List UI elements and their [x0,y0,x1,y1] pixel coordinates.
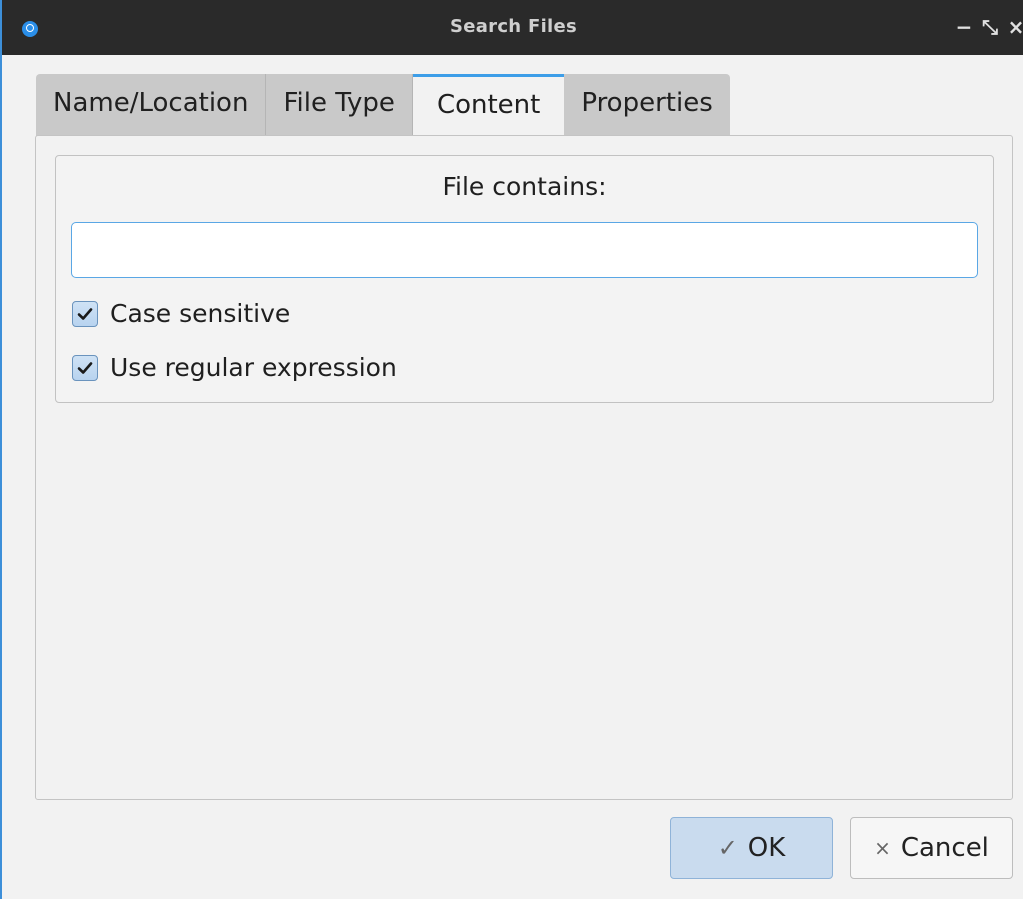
regex-checkbox[interactable] [72,354,98,381]
tab-bar: Name/Location File Type Content Properti… [36,74,730,136]
case-sensitive-checkbox[interactable] [72,300,98,327]
ok-label: OK [747,833,786,863]
cancel-label: Cancel [900,833,989,863]
window-title: Search Files [449,16,578,37]
minimize-icon[interactable]: − [955,15,973,39]
checkmark-icon: ✓ [717,834,738,862]
search-files-dialog: Search Files − ⤡ × Name/Location File Ty… [0,0,1023,899]
regex-option[interactable]: Use regular expression [72,353,397,382]
content-tab-page: File contains: Case sensitive Use regula… [35,135,1013,800]
restore-icon[interactable]: ⤡ [981,15,999,39]
tab-name-location[interactable]: Name/Location [36,74,267,136]
title-bar[interactable]: Search Files − ⤡ × [2,0,1023,55]
close-icon[interactable]: × [1007,15,1023,39]
cancel-icon: × [874,836,891,860]
tab-file-type[interactable]: File Type [266,74,413,136]
regex-label: Use regular expression [110,353,397,382]
content-search-input[interactable] [71,222,978,278]
window-controls: − ⤡ × [955,14,1023,40]
ok-button[interactable]: ✓ OK [670,817,833,879]
case-sensitive-label: Case sensitive [110,299,291,328]
case-sensitive-option[interactable]: Case sensitive [72,299,290,328]
file-contains-group: File contains: Case sensitive Use regula… [55,155,994,403]
tab-content[interactable]: Content [412,74,565,136]
checkmark-icon [77,307,93,320]
cancel-button[interactable]: × Cancel [850,817,1013,879]
tab-properties[interactable]: Properties [564,74,730,136]
checkmark-icon [77,361,93,374]
group-title: File contains: [442,172,607,201]
